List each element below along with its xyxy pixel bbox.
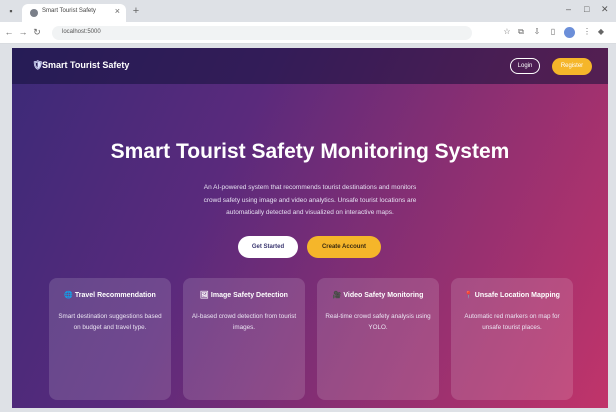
hero-description: An AI-powered system that recommends tou…: [160, 182, 460, 220]
image-icon: 🖼: [200, 292, 209, 299]
card-description: Smart destination suggestions based on b…: [58, 313, 162, 331]
window-menu-icon[interactable]: ▪: [6, 6, 16, 16]
globe-icon: 🌐: [64, 292, 73, 299]
register-button[interactable]: Register: [552, 58, 592, 75]
new-tab-icon[interactable]: +: [130, 5, 142, 17]
close-window-icon[interactable]: ✕: [601, 4, 609, 15]
url-text: localhost:5000: [62, 29, 101, 35]
hero-description-line: automatically detected and visualized on…: [226, 209, 394, 216]
map-pin-icon: 📍: [464, 292, 473, 299]
get-started-button[interactable]: Get Started: [238, 236, 298, 258]
forward-icon[interactable]: →: [18, 27, 28, 37]
sidebar-icon[interactable]: ▯: [548, 27, 558, 37]
site-brand[interactable]: 🛡Smart Tourist Safety: [32, 60, 129, 71]
hero-description-line: crowd safety using image and video analy…: [203, 196, 417, 204]
back-icon[interactable]: ←: [4, 27, 14, 37]
card-title: Travel Recommendation: [74, 292, 156, 299]
browser-window: ▪ Smart Tourist Safety × + – □ ✕ ← → ↻ l…: [0, 0, 616, 412]
star-icon[interactable]: ☆: [502, 27, 512, 37]
download-icon[interactable]: ⇩: [532, 27, 542, 37]
create-account-button[interactable]: Create Account: [307, 236, 381, 258]
card-title: Image Safety Detection: [210, 292, 288, 299]
site-navbar: 🛡Smart Tourist Safety Login Register: [12, 48, 608, 84]
page-content: 🛡Smart Tourist Safety Login Register Sma…: [12, 48, 608, 408]
hero-description-line: An AI-powered system that recommends tou…: [203, 184, 417, 191]
feature-cards: 🌐 Travel Recommendation Smart destination…: [49, 278, 573, 400]
shield-icon: 🛡: [32, 60, 44, 70]
tab-bar: ▪ Smart Tourist Safety × + – □ ✕: [0, 0, 616, 22]
card-title: Video Safety Monitoring: [343, 292, 424, 299]
profile-avatar[interactable]: [564, 27, 575, 38]
minimize-icon[interactable]: –: [566, 4, 571, 14]
tab-title: Smart Tourist Safety: [42, 8, 96, 14]
card-description: AI-based crowd detection from tourist im…: [191, 313, 297, 331]
favicon-icon: [30, 9, 38, 17]
extensions-icon[interactable]: ⧉: [516, 27, 526, 37]
feature-card-unsafe-location-mapping[interactable]: 📍 Unsafe Location Mapping Automatic red m…: [451, 278, 573, 400]
video-icon: 🎥: [332, 292, 342, 299]
login-button[interactable]: Login: [510, 58, 540, 74]
more-menu-icon[interactable]: ⋮: [582, 27, 592, 37]
card-description: Real-time crowd safety analysis using YO…: [325, 313, 431, 331]
feature-card-image-safety-detection[interactable]: 🖼 Image Safety Detection AI-based crowd d…: [183, 278, 305, 400]
tab-smart-tourist-safety[interactable]: Smart Tourist Safety ×: [22, 4, 126, 22]
brand-name: Smart Tourist Safety: [42, 60, 130, 70]
close-tab-icon[interactable]: ×: [115, 6, 120, 16]
feature-card-travel-recommendation[interactable]: 🌐 Travel Recommendation Smart destination…: [49, 278, 171, 400]
browser-toolbar: ← → ↻ localhost:5000 ☆ ⧉ ⇩ ▯ ⋮ ◆: [0, 22, 616, 44]
copilot-icon[interactable]: ◆: [596, 27, 606, 37]
reload-icon[interactable]: ↻: [32, 27, 42, 38]
maximize-icon[interactable]: □: [584, 4, 589, 14]
hero-title: Smart Tourist Safety Monitoring System: [110, 140, 510, 163]
feature-card-video-safety-monitoring[interactable]: 🎥 Video Safety Monitoring Real-time crowd…: [317, 278, 439, 400]
card-description: Automatic red markers on map for unsafe …: [464, 313, 560, 331]
card-title: Unsafe Location Mapping: [474, 292, 560, 299]
address-bar[interactable]: localhost:5000: [52, 26, 472, 40]
